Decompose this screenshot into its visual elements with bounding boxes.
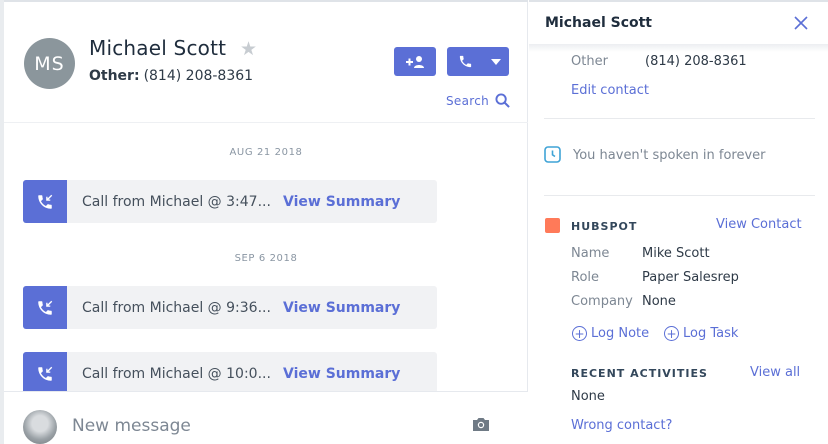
top-border	[4, 0, 528, 2]
add-person-icon	[406, 55, 424, 68]
favorite-star-icon[interactable]: ★	[240, 38, 257, 60]
field-label: Name	[571, 246, 610, 261]
phone-type-label: Other:	[89, 68, 140, 84]
call-button[interactable]	[447, 47, 509, 76]
view-contact-link[interactable]: View Contact	[716, 217, 802, 232]
plus-circle-icon: +	[572, 326, 587, 341]
log-note-button[interactable]: + Log Note	[572, 326, 649, 341]
field-value: Mike Scott	[642, 246, 710, 261]
header-divider	[4, 122, 528, 123]
call-item: Call from Michael @ 9:36... View Summary	[23, 286, 437, 329]
divider	[544, 118, 815, 119]
view-summary-link[interactable]: View Summary	[283, 194, 400, 210]
divider	[544, 195, 815, 196]
field-value: Paper Salesrep	[642, 270, 739, 285]
date-separator: AUG 21 2018	[229, 147, 303, 158]
panel-title: Michael Scott	[545, 15, 652, 31]
hubspot-heading: HUBSPOT	[571, 220, 638, 233]
log-task-label: Log Task	[683, 326, 739, 341]
clock-icon	[544, 146, 561, 167]
contact-details-panel: Michael Scott Other (814) 208-8361 Edit …	[529, 0, 828, 444]
user-avatar	[23, 410, 57, 444]
phone-number: (814) 208-8361	[143, 68, 254, 84]
incoming-call-icon	[23, 352, 67, 395]
add-contact-button[interactable]	[394, 47, 436, 76]
search-link[interactable]: Search	[446, 93, 510, 108]
phone-icon	[447, 54, 483, 69]
call-item: Call from Michael @ 3:47... View Summary	[23, 180, 437, 223]
view-all-link[interactable]: View all	[750, 365, 800, 380]
contact-name: Michael Scott	[89, 36, 227, 60]
field-label: Company	[571, 294, 633, 309]
hubspot-logo-icon	[545, 218, 560, 233]
contact-avatar: MS	[24, 38, 75, 89]
field-value: None	[642, 294, 676, 309]
avatar-initials: MS	[34, 52, 65, 75]
incoming-call-icon	[23, 180, 67, 223]
date-separator: SEP 6 2018	[234, 253, 298, 264]
plus-circle-icon: +	[664, 326, 679, 341]
close-icon[interactable]	[793, 15, 809, 35]
last-spoken-text: You haven't spoken in forever	[573, 148, 766, 163]
call-description: Call from Michael @ 3:47...	[82, 193, 270, 210]
call-item: Call from Michael @ 10:0... View Summary	[23, 352, 437, 395]
chevron-down-icon[interactable]	[483, 58, 509, 65]
conversation-pane: MS Michael Scott ★ Other: (814) 208-8361 …	[0, 0, 528, 444]
search-label: Search	[446, 93, 490, 108]
log-task-button[interactable]: + Log Task	[664, 326, 738, 341]
incoming-call-icon	[23, 286, 67, 329]
recent-activities-value: None	[571, 389, 605, 404]
search-icon	[495, 93, 510, 108]
camera-icon[interactable]	[471, 417, 491, 436]
log-note-label: Log Note	[591, 326, 650, 341]
view-summary-link[interactable]: View Summary	[283, 366, 400, 382]
call-description: Call from Michael @ 9:36...	[82, 299, 270, 316]
phone-type-label: Other	[571, 54, 608, 69]
wrong-contact-link[interactable]: Wrong contact?	[571, 418, 672, 433]
top-border	[529, 0, 828, 2]
message-input[interactable]	[72, 414, 432, 438]
field-label: Role	[571, 270, 600, 285]
view-summary-link[interactable]: View Summary	[283, 300, 400, 316]
contact-phone: Other: (814) 208-8361	[89, 68, 253, 84]
call-description: Call from Michael @ 10:0...	[82, 365, 270, 382]
recent-activities-heading: RECENT ACTIVITIES	[571, 367, 708, 380]
message-composer	[4, 391, 528, 444]
app-root: MS Michael Scott ★ Other: (814) 208-8361 …	[0, 0, 828, 444]
edit-contact-link[interactable]: Edit contact	[571, 83, 649, 98]
phone-number: (814) 208-8361	[645, 54, 747, 69]
scroll-shadow	[529, 44, 828, 52]
